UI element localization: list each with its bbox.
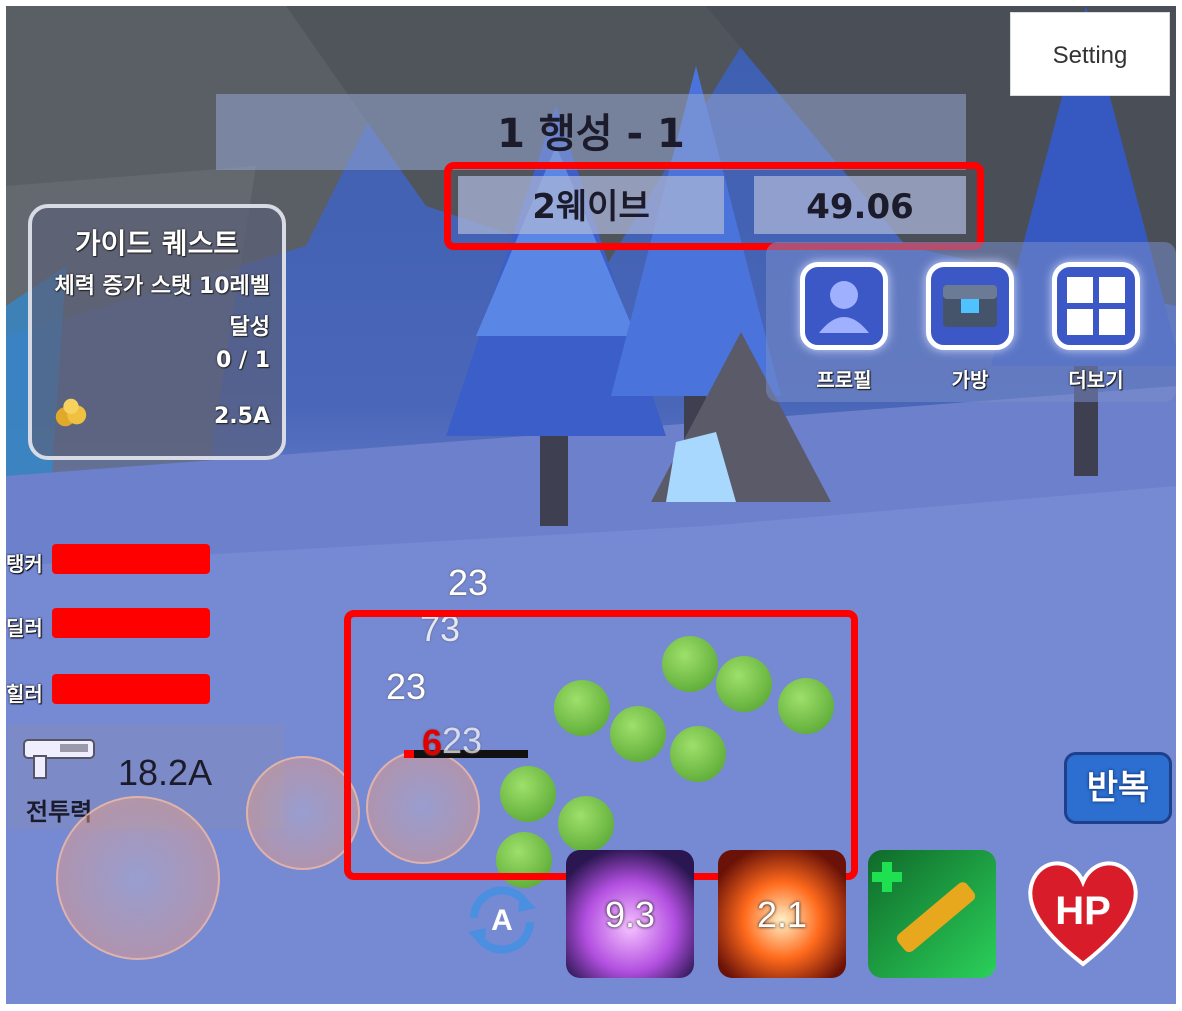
guide-quest-panel[interactable]: 가이드 퀘스트 체력 증가 스탯 10레벨 달성 0 / 1 2.5A [28, 204, 286, 460]
setting-button[interactable]: Setting [1010, 12, 1170, 96]
quest-title: 가이드 퀘스트 [74, 227, 240, 260]
damage-number: 23 [448, 562, 489, 603]
hp-potion-label: HP [1055, 889, 1111, 933]
repeat-button[interactable]: 반복 [1064, 752, 1172, 824]
profile-label: 프로필 [816, 368, 872, 392]
quest-progress: 0 / 1 [216, 348, 270, 373]
skill-cooldown: 9.3 [604, 894, 656, 935]
tanker-hp-bar [52, 544, 210, 574]
menu-panel: 프로필 가방 더보기 [766, 242, 1176, 402]
profile-button[interactable] [800, 262, 888, 350]
grid-icon [1067, 277, 1125, 335]
wave-highlight-frame [444, 162, 984, 250]
battle-highlight-frame [344, 610, 858, 880]
combat-power-value: 18.2A [118, 752, 213, 793]
more-label: 더보기 [1068, 368, 1124, 392]
hero-character [56, 796, 220, 960]
party-label-healer: 힐러 [6, 682, 43, 706]
skill-cooldown: 2.1 [756, 894, 808, 935]
auto-cycle-icon: A [468, 886, 536, 954]
chest-icon [943, 285, 997, 327]
heart-icon: HP [1028, 861, 1138, 967]
gold-nugget-icon [55, 398, 87, 427]
stage-title: 1 행성 - 1 [216, 94, 966, 170]
gun-icon [23, 739, 95, 779]
quest-description: 체력 증가 스탯 10레벨 달성 [54, 274, 270, 340]
bag-button[interactable] [926, 262, 1014, 350]
party-label-dealer: 딜러 [6, 616, 43, 640]
more-button[interactable] [1052, 262, 1140, 350]
dealer-hp-bar [52, 608, 210, 638]
hero-character [246, 756, 360, 870]
bag-label: 가방 [951, 368, 989, 392]
auto-button[interactable]: A [460, 878, 544, 960]
skill-slot-2[interactable]: 2.1 [718, 850, 846, 978]
skill-slot-1[interactable]: 9.3 [566, 850, 694, 978]
healer-hp-bar [52, 674, 210, 704]
party-label-tanker: 탱커 [6, 552, 43, 576]
cannon-icon [872, 862, 976, 953]
game-viewport[interactable]: 1 행성 - 1 2웨이브 49.06 Setting 가이드 퀘스트 체력 증… [6, 6, 1176, 1004]
profile-icon [819, 281, 869, 333]
skill-slot-3[interactable] [868, 850, 996, 978]
auto-button-label: A [491, 904, 513, 937]
hp-potion-button[interactable]: HP [1022, 854, 1144, 970]
quest-reward: 2.5A [214, 404, 270, 429]
